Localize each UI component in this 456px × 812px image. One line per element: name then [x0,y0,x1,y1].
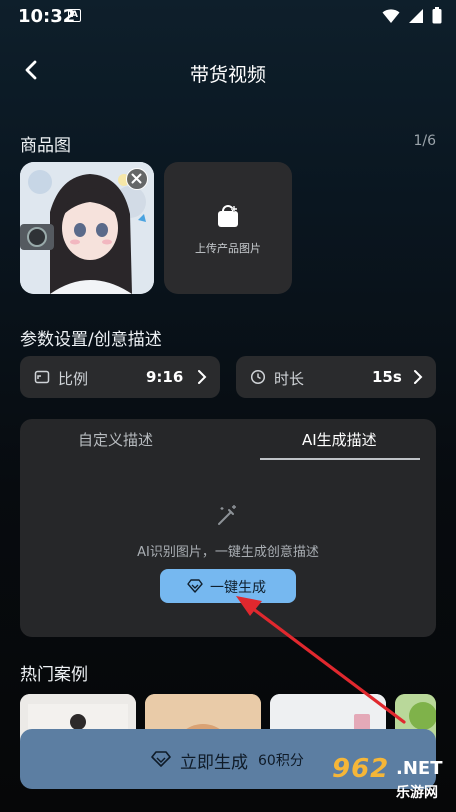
watermark-number: 962 [332,754,390,784]
duration-selector[interactable]: 时长 15s [236,356,436,398]
product-image-thumbnail[interactable] [20,162,154,294]
watermark-site: 乐游网 [396,785,438,801]
diamond-icon [187,579,203,593]
description-panel: 自定义描述 AI生成描述 AI识别图片，一键生成创意描述 一键生成 [20,419,436,637]
aspect-ratio-icon [34,370,50,384]
watermark-domain: .NET [396,758,443,779]
points-cost: 60积分 [258,753,304,769]
product-images-label: 商品图 [20,136,71,156]
tab-ai-description[interactable]: AI生成描述 [302,429,377,450]
generate-now-label: 立即生成 [180,753,248,773]
diamond-icon [151,751,171,767]
ratio-label: 比例 [58,370,89,388]
chevron-right-icon [198,370,207,384]
upload-product-image-button[interactable]: 上传产品图片 [164,162,292,294]
notification-icon: A [68,9,81,22]
wifi-icon [382,8,400,23]
tab-custom-description[interactable]: 自定义描述 [78,429,153,450]
status-time: 10:32 [18,6,76,27]
status-icons [382,7,442,24]
duration-label: 时长 [274,370,305,388]
signal-icon [409,8,423,23]
image-count: 1/6 [413,133,436,149]
close-icon [131,173,142,184]
ratio-value: 9:16 [146,368,184,386]
one-click-generate-button[interactable]: 一键生成 [160,569,296,603]
ratio-selector[interactable]: 比例 9:16 [20,356,220,398]
magic-wand-icon [218,505,236,525]
active-tab-indicator [260,458,420,460]
upload-label: 上传产品图片 [195,242,261,255]
chevron-right-icon [414,370,423,384]
battery-icon [432,7,442,24]
clock-icon [250,369,266,385]
hot-cases-label: 热门案例 [20,665,88,685]
site-watermark: 962 .NET 乐游网 [318,754,450,806]
shopping-bag-add-icon [218,205,238,227]
annotation-arrow [236,596,406,724]
duration-value: 15s [372,368,402,386]
page-title: 带货视频 [189,64,266,86]
generate-label: 一键生成 [210,580,266,596]
ai-hint-text: AI识别图片，一键生成创意描述 [137,545,319,560]
status-bar: 10:32 A [0,0,456,34]
remove-image-button[interactable] [126,168,148,190]
params-label: 参数设置/创意描述 [20,330,162,350]
